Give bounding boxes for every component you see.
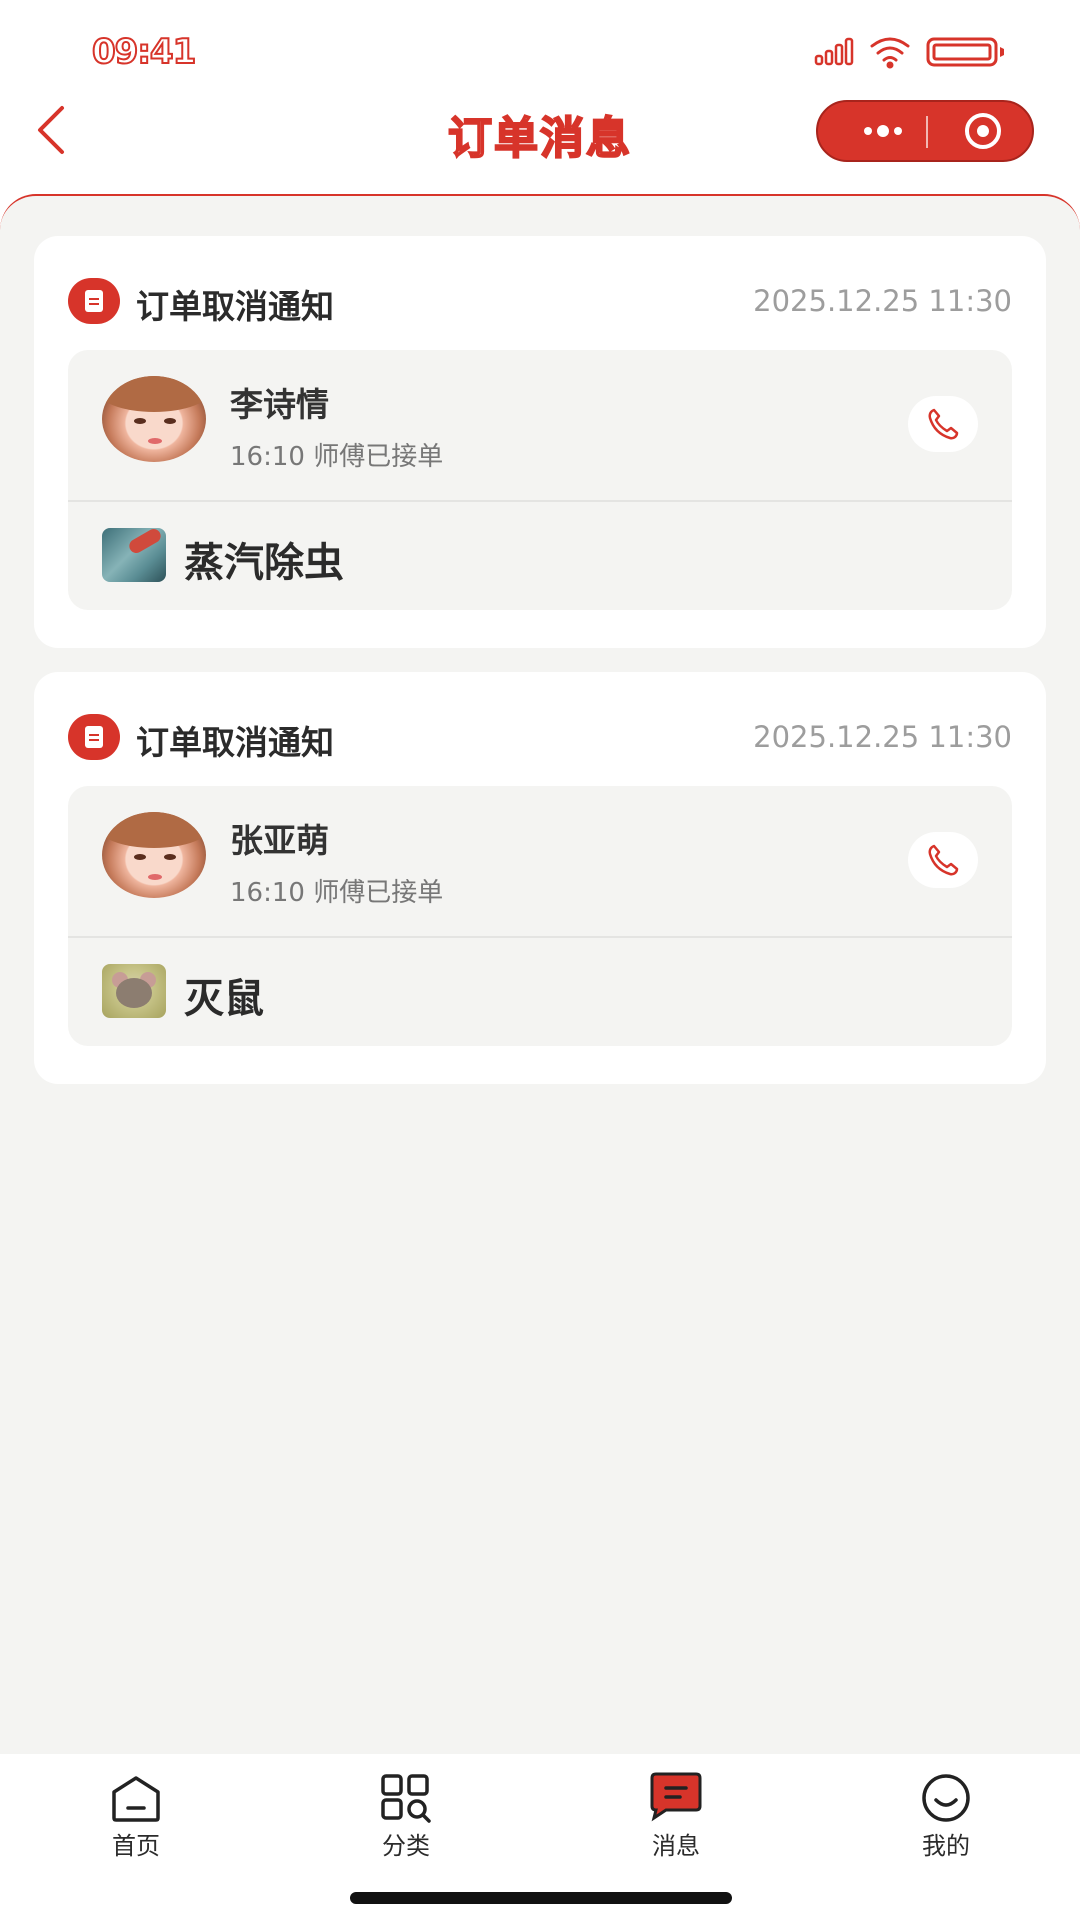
order-status: 16:10 师傅已接单 — [230, 442, 444, 472]
nav-bar: 订单消息 — [0, 96, 1080, 196]
tab-label: 首页 — [112, 1832, 160, 1860]
message-icon — [650, 1772, 702, 1822]
message-title: 订单取消通知 — [136, 287, 334, 326]
order-status: 16:10 师傅已接单 — [230, 878, 444, 908]
message-card-header: 订单取消通知 2025.12.25 11:30 — [68, 276, 1012, 326]
worker-name: 李诗情 — [230, 385, 329, 424]
worker-name: 张亚萌 — [230, 821, 329, 860]
message-time: 2025.12.25 11:30 — [753, 284, 1012, 318]
document-icon — [68, 714, 120, 760]
tab-messages[interactable]: 消息 — [616, 1772, 736, 1872]
avatar — [102, 812, 206, 898]
service-name: 灭鼠 — [184, 976, 264, 1022]
service-thumbnail — [102, 964, 166, 1018]
more-dots-icon — [864, 125, 902, 137]
profile-icon — [922, 1774, 970, 1822]
divider — [68, 500, 1012, 502]
call-button[interactable] — [908, 832, 978, 888]
category-icon — [381, 1774, 431, 1823]
status-bar: 09:41 — [0, 0, 1080, 100]
wifi-icon — [870, 37, 910, 69]
message-card[interactable]: 订单取消通知 2025.12.25 11:30 李诗情 16:10 师傅已接单 … — [34, 236, 1046, 648]
tab-label: 我的 — [922, 1832, 970, 1860]
message-title: 订单取消通知 — [136, 723, 334, 762]
service-thumbnail — [102, 528, 166, 582]
divider — [68, 936, 1012, 938]
status-icons — [814, 34, 1014, 70]
tab-label: 消息 — [652, 1832, 700, 1860]
target-icon — [965, 113, 1001, 149]
tab-profile[interactable]: 我的 — [886, 1772, 1006, 1872]
signal-icon — [814, 37, 854, 66]
order-detail[interactable]: 张亚萌 16:10 师傅已接单 灭鼠 — [68, 786, 1012, 1046]
status-time: 09:41 — [91, 31, 197, 73]
message-card-header: 订单取消通知 2025.12.25 11:30 — [68, 712, 1012, 762]
more-button[interactable] — [848, 102, 918, 160]
avatar — [102, 376, 206, 462]
message-time: 2025.12.25 11:30 — [753, 720, 1012, 754]
tab-label: 分类 — [382, 1832, 430, 1860]
mini-program-capsule — [816, 100, 1034, 162]
phone-icon — [928, 844, 959, 876]
capsule-divider — [926, 116, 928, 148]
order-detail[interactable]: 李诗情 16:10 师傅已接单 蒸汽除虫 — [68, 350, 1012, 610]
message-list: 订单取消通知 2025.12.25 11:30 李诗情 16:10 师傅已接单 … — [0, 194, 1080, 1754]
phone-icon — [928, 408, 959, 440]
close-miniprogram-button[interactable] — [954, 102, 1012, 160]
home-icon — [112, 1776, 160, 1822]
tab-category[interactable]: 分类 — [346, 1772, 466, 1872]
service-name: 蒸汽除虫 — [184, 540, 344, 586]
home-indicator — [350, 1892, 732, 1904]
message-card[interactable]: 订单取消通知 2025.12.25 11:30 张亚萌 16:10 师傅已接单 — [34, 672, 1046, 1084]
tab-home[interactable]: 首页 — [76, 1772, 196, 1872]
call-button[interactable] — [908, 396, 978, 452]
document-icon — [68, 278, 120, 324]
battery-icon — [926, 37, 1004, 67]
